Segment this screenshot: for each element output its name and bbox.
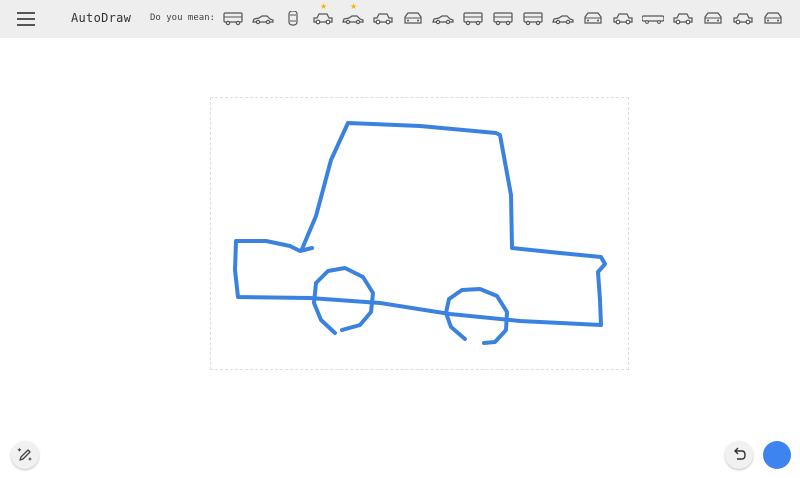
drawing-canvas[interactable]	[0, 0, 800, 478]
undo-button[interactable]	[725, 441, 753, 469]
undo-icon	[734, 447, 746, 460]
color-picker-button[interactable]	[763, 441, 791, 469]
autodraw-pen-icon	[17, 447, 32, 461]
autodraw-tool-button[interactable]	[11, 441, 39, 469]
car-body-stroke	[233, 121, 607, 327]
